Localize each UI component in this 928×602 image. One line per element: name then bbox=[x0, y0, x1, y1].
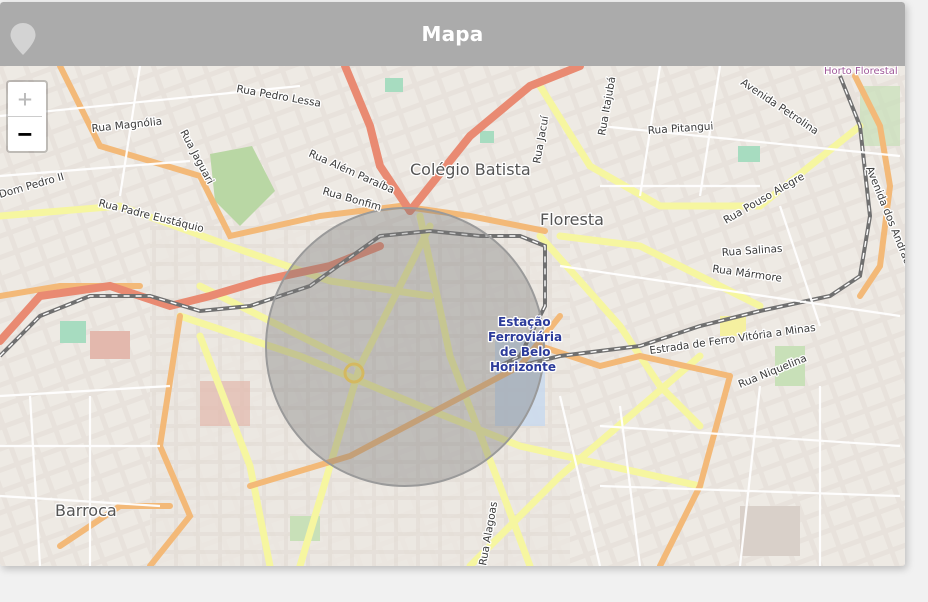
district-label: Floresta bbox=[540, 210, 604, 229]
zoom-out-button[interactable]: − bbox=[8, 117, 42, 151]
map-view[interactable]: Rua Pedro Lessa Rua Magnólia Rua Jaguari… bbox=[0, 66, 905, 566]
map-tiles[interactable]: Rua Pedro Lessa Rua Magnólia Rua Jaguari… bbox=[0, 66, 905, 566]
poi-label: Ferroviária bbox=[488, 330, 562, 344]
district-label: Barroca bbox=[55, 501, 117, 520]
area-label: Horto Florestal bbox=[824, 66, 898, 77]
district-label: Colégio Batista bbox=[410, 160, 531, 179]
map-card: Mapa Rua Pedro Lessa Rua Magnólia Rua Ja… bbox=[0, 2, 905, 566]
zoom-control: + − bbox=[6, 80, 48, 153]
poi-label: de Belo bbox=[500, 345, 551, 359]
card-header: Mapa bbox=[0, 2, 905, 66]
poi-label: Estação bbox=[498, 315, 551, 329]
poi-label: Horizonte bbox=[490, 360, 556, 374]
zoom-in-button[interactable]: + bbox=[8, 82, 42, 117]
page-title: Mapa bbox=[421, 22, 484, 46]
